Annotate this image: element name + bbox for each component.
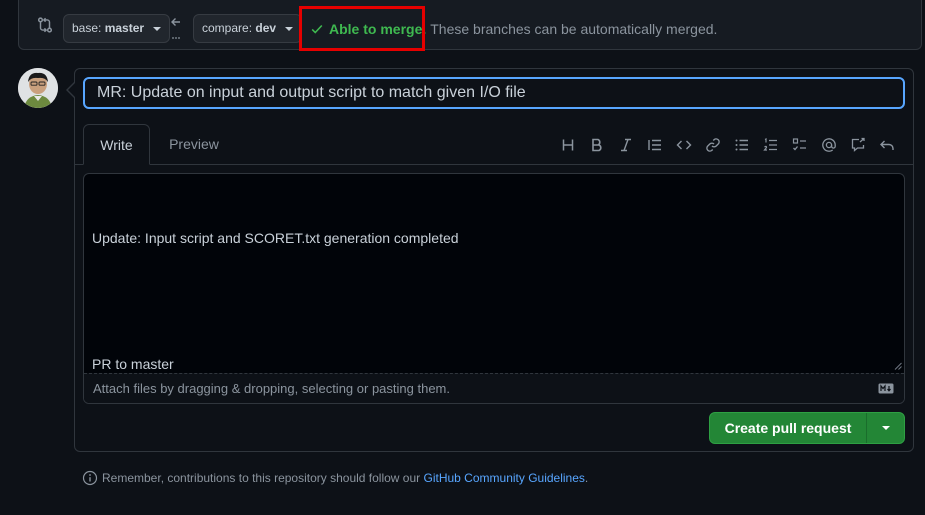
unordered-list-icon [735,139,748,151]
info-icon [82,470,98,486]
markdown-icon [878,383,894,394]
community-guidelines-link[interactable]: GitHub Community Guidelines [424,471,585,485]
check-icon [311,24,323,34]
ordered-list-button[interactable] [756,130,785,160]
pr-body-line: Update: Input script and SCORET.txt gene… [92,230,459,246]
pr-title-input[interactable] [83,77,905,109]
undo-button[interactable] [872,130,901,160]
git-compare-icon [37,17,53,33]
user-avatar-image [18,68,58,108]
task-list-button[interactable] [785,130,814,160]
ordered-list-icon [762,138,777,151]
chevron-down-icon [153,26,162,31]
avatar [18,68,58,108]
base-branch-name: master [104,21,145,35]
tab-write[interactable]: Write [83,124,150,165]
panel-pointer-inner [68,83,75,97]
code-icon [676,140,691,150]
italic-icon [620,138,631,152]
pr-body-line [92,291,896,312]
base-branch-prefix: base: [72,21,102,35]
contribution-note: Remember, contributions to this reposito… [82,470,588,486]
attach-files-bar[interactable]: Attach files by dragging & dropping, sel… [84,373,904,403]
merge-status-description: These branches can be automatically merg… [430,21,718,37]
pr-body-line: PR to master [92,356,174,372]
markdown-toolbar [553,130,901,160]
italic-button[interactable] [611,130,640,160]
mention-button[interactable] [814,130,843,160]
heading-icon [562,139,573,151]
quote-icon [647,139,661,151]
link-icon [705,138,720,152]
reference-icon [851,137,865,152]
pr-body-textarea[interactable]: Update: Input script and SCORET.txt gene… [84,174,904,372]
editor-tabs: Write Preview [75,124,913,165]
resize-grip-icon[interactable] [894,362,902,370]
task-list-icon [792,138,806,151]
undo-icon [879,140,894,150]
create-pull-request-button[interactable]: Create pull request [709,412,905,444]
tab-preview[interactable]: Preview [157,124,231,165]
link-button[interactable] [698,130,727,160]
pr-body-editor[interactable]: Update: Input script and SCORET.txt gene… [83,173,905,404]
compare-branch-prefix: compare: [202,21,253,35]
unordered-list-button[interactable] [727,130,756,160]
heading-button[interactable] [553,130,582,160]
arrow-left-icon [171,18,180,39]
chevron-down-icon [881,426,890,430]
contribution-note-suffix: . [584,471,589,485]
attach-hint: Attach files by dragging & dropping, sel… [93,381,450,396]
contribution-note-text: Remember, contributions to this reposito… [102,471,424,485]
code-button[interactable] [669,130,698,160]
bold-button[interactable] [582,130,611,160]
quote-button[interactable] [640,130,669,160]
merge-status: Able to merge. These branches can be aut… [282,7,717,51]
mention-icon [821,138,836,152]
compare-branch-name: dev [255,21,277,35]
bold-icon [591,138,602,152]
create-options-dropdown[interactable] [867,413,904,443]
base-branch-button[interactable]: base: master [63,14,171,43]
reference-button[interactable] [843,130,872,160]
create-pull-request-label[interactable]: Create pull request [710,413,867,443]
merge-status-label: Able to merge. [329,21,427,37]
